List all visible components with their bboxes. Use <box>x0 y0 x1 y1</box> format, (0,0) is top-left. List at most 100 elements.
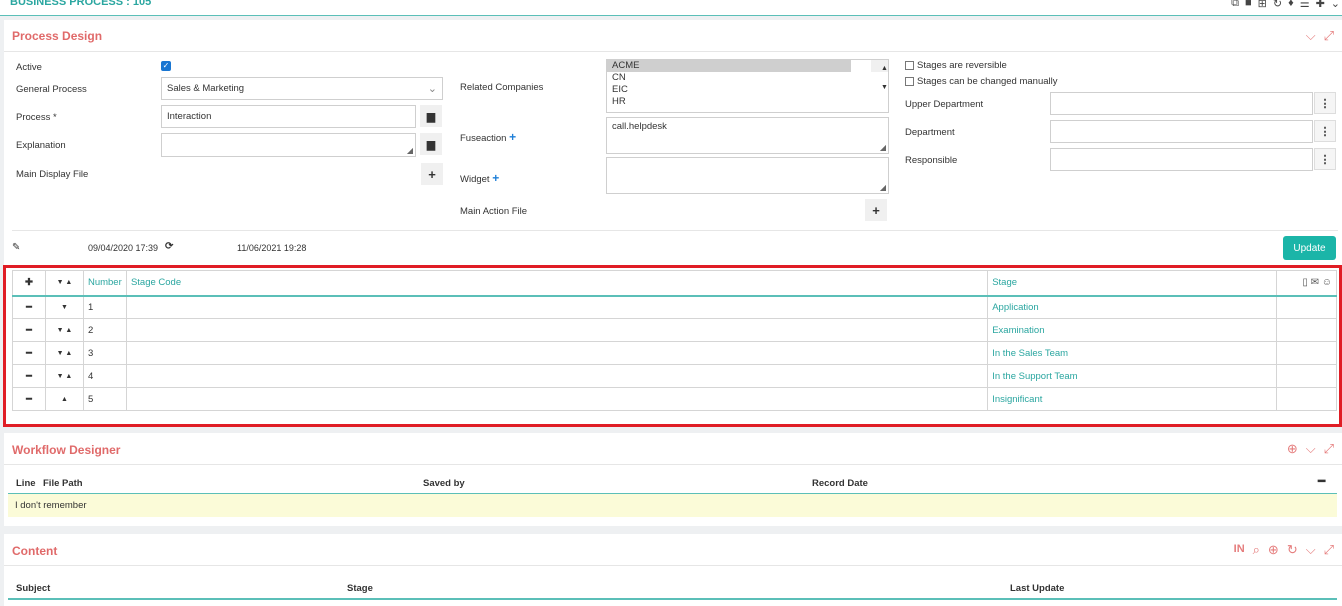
add-row-icon[interactable]: ✚ <box>12 270 46 297</box>
mobile-icon: ▯ <box>1302 277 1308 289</box>
process-input[interactable]: Interaction <box>161 105 416 128</box>
stages-table: ✚ ▼ ▲ Number Stage Code Stage ▯ ✉ ☺ ━ ▼ … <box>12 270 1337 411</box>
print-icon[interactable]: ■ <box>1245 0 1252 10</box>
move-arrows-icon[interactable]: ▼ ▲ <box>44 341 84 365</box>
remove-row-icon[interactable]: ━ <box>12 364 46 388</box>
row-number: 4 <box>82 364 127 388</box>
list-icon[interactable]: ☰ <box>1300 0 1310 10</box>
column-header-stage[interactable]: Stage <box>987 270 1277 297</box>
list-item[interactable]: CN <box>607 72 888 84</box>
page-title: BUSINESS PROCESS : 105 <box>10 0 152 8</box>
column-header-icons: ▯ ✉ ☺ <box>1276 270 1337 297</box>
column-header-subject: Subject <box>16 583 51 594</box>
widget-textarea[interactable]: ◢ <box>606 157 889 194</box>
list-item[interactable]: ACME <box>607 60 851 72</box>
move-up-icon[interactable]: ▲ <box>44 387 84 411</box>
active-checkbox[interactable]: ✓ <box>161 61 171 71</box>
widget-label: Widget + <box>460 171 500 185</box>
column-header-number[interactable]: Number <box>82 270 127 297</box>
list-item[interactable]: EIC <box>607 84 888 96</box>
more-options-icon[interactable]: ⋮ <box>1314 148 1336 170</box>
row-number: 3 <box>82 341 127 365</box>
general-process-select[interactable]: Sales & Marketing ⌄ <box>161 77 443 100</box>
add-action-file-button[interactable]: + <box>865 199 887 221</box>
collapse-icon[interactable]: ⌵ <box>1306 542 1316 558</box>
minus-icon[interactable]: ━ <box>1318 474 1325 488</box>
collapse-icon[interactable]: ⌵ <box>1306 441 1316 457</box>
move-arrows-icon[interactable]: ▼ ▲ <box>44 318 84 342</box>
expand-icon[interactable]: ⤢ <box>1324 441 1334 457</box>
scrollbar[interactable]: ▲ ▼ <box>871 60 888 91</box>
row-stage[interactable]: In the Support Team <box>987 364 1277 388</box>
responsible-input[interactable] <box>1050 148 1313 171</box>
more-options-icon[interactable]: ⋮ <box>1314 120 1336 142</box>
stages-manual-label: Stages can be changed manually <box>917 76 1058 87</box>
stages-manual-checkbox[interactable] <box>905 77 914 86</box>
active-label: Active <box>16 62 42 73</box>
row-stage[interactable]: Examination <box>987 318 1277 342</box>
fuseaction-label: Fuseaction + <box>460 130 517 144</box>
row-stage-code <box>125 295 989 319</box>
row-number: 1 <box>82 295 127 319</box>
stages-reversible-checkbox[interactable] <box>905 61 914 70</box>
scroll-up-icon[interactable]: ▲ <box>876 63 888 75</box>
add-fuseaction-icon[interactable]: + <box>509 130 516 144</box>
expand-icon[interactable]: ⤢ <box>1324 28 1334 44</box>
column-header-file-path: File Path <box>43 478 83 489</box>
add-circle-icon[interactable]: ⊕ <box>1268 542 1279 558</box>
history-icon[interactable]: ↻ <box>1273 0 1282 10</box>
book-icon[interactable]: ▆ <box>420 133 442 155</box>
related-companies-label: Related Companies <box>460 82 544 93</box>
more-options-icon[interactable]: ⋮ <box>1314 92 1336 114</box>
explanation-textarea[interactable]: ◢ <box>161 133 416 157</box>
add-widget-icon[interactable]: + <box>492 171 499 185</box>
table-row: ━ ▼ ▲ 4 In the Support Team <box>12 364 1337 388</box>
bell-icon[interactable]: ♦ <box>1288 0 1294 10</box>
row-stage[interactable]: Insignificant <box>987 387 1277 411</box>
sort-icon[interactable]: ▼ ▲ <box>44 270 84 297</box>
upper-department-input[interactable] <box>1050 92 1313 115</box>
refresh-icon: ⟳ <box>165 241 174 252</box>
remove-row-icon[interactable]: ━ <box>12 387 46 411</box>
column-header-stage-code[interactable]: Stage Code <box>125 270 989 297</box>
resize-icon: ◢ <box>879 143 886 152</box>
hierarchy-icon[interactable]: ⊞ <box>1258 0 1267 10</box>
copy-icon[interactable]: ⧉ <box>1231 0 1239 10</box>
remove-row-icon[interactable]: ━ <box>12 295 46 319</box>
collapse-icon[interactable]: ⌵ <box>1306 28 1316 44</box>
add-file-button[interactable]: + <box>421 163 443 185</box>
book-icon[interactable]: ▆ <box>420 105 442 127</box>
column-header-stage: Stage <box>347 583 373 594</box>
search-icon[interactable]: ⌕ <box>1253 542 1260 558</box>
move-down-icon[interactable]: ▼ <box>44 295 84 319</box>
chevron-down-icon[interactable]: ⌄ <box>1331 0 1340 10</box>
stages-reversible-label: Stages are reversible <box>917 60 1007 71</box>
remove-row-icon[interactable]: ━ <box>12 341 46 365</box>
add-circle-icon[interactable]: ⊕ <box>1287 441 1298 457</box>
upper-department-label: Upper Department <box>905 99 984 110</box>
update-button[interactable]: Update <box>1283 236 1336 260</box>
department-input[interactable] <box>1050 120 1313 143</box>
row-stage[interactable]: Application <box>987 295 1277 319</box>
resize-icon: ◢ <box>879 183 886 192</box>
pencil-icon: ✎ <box>12 242 21 253</box>
workflow-designer-title: Workflow Designer <box>12 443 121 457</box>
scroll-down-icon[interactable]: ▼ <box>876 82 888 94</box>
refresh-icon[interactable]: ↻ <box>1287 542 1298 558</box>
content-title: Content <box>12 544 58 558</box>
in-button[interactable]: IN <box>1234 542 1245 558</box>
remove-row-icon[interactable]: ━ <box>12 318 46 342</box>
column-header-line: Line <box>16 478 36 489</box>
list-item[interactable]: HR <box>607 96 888 108</box>
move-arrows-icon[interactable]: ▼ ▲ <box>44 364 84 388</box>
related-companies-listbox[interactable]: ACME CN EIC HR ▲ ▼ <box>606 59 889 113</box>
expand-icon[interactable]: ⤢ <box>1324 542 1334 558</box>
updated-date: 11/06/2021 19:28 <box>237 243 307 253</box>
process-design-title: Process Design <box>12 29 103 43</box>
table-row: ━ ▲ 5 Insignificant <box>12 387 1337 411</box>
row-stage[interactable]: In the Sales Team <box>987 341 1277 365</box>
add-icon[interactable]: ✚ <box>1316 0 1325 10</box>
table-row: ━ ▼ ▲ 3 In the Sales Team <box>12 341 1337 365</box>
row-stage-code <box>125 364 989 388</box>
fuseaction-textarea[interactable]: call.helpdesk ◢ <box>606 117 889 154</box>
